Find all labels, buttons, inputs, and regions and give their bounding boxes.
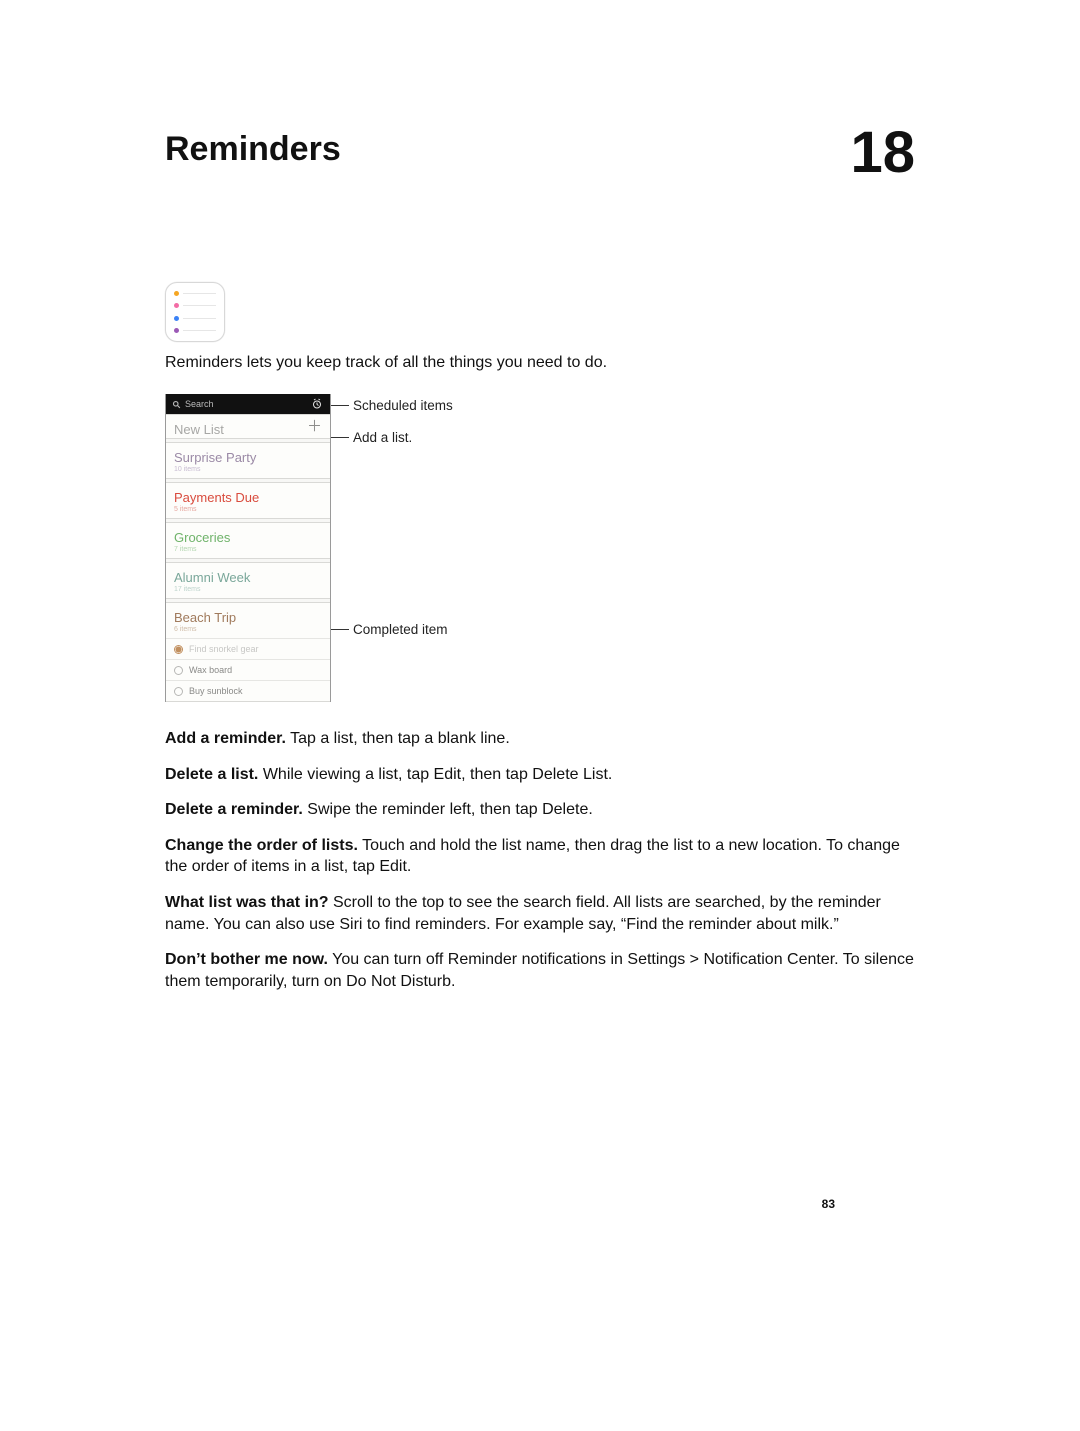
- search-icon: [172, 400, 181, 409]
- line-icon: [183, 293, 216, 294]
- body-para: Don’t bother me now. You can turn off Re…: [165, 949, 915, 992]
- reminder-item[interactable]: Find snorkel gear: [166, 638, 330, 659]
- dot-icon: [174, 316, 179, 321]
- body-para: Delete a reminder. Swipe the reminder le…: [165, 799, 915, 821]
- para-text: Tap a list, then tap a blank line.: [286, 730, 510, 747]
- reminder-text: Wax board: [189, 665, 232, 675]
- page-number: 83: [822, 1197, 835, 1211]
- new-list-row[interactable]: New List ＋: [166, 414, 330, 439]
- line-icon: [183, 305, 216, 306]
- list-name: Payments Due: [166, 483, 330, 506]
- callout-line-icon: [331, 629, 349, 630]
- line-icon: [183, 330, 216, 331]
- checkbox-icon[interactable]: [174, 666, 183, 675]
- dot-icon: [174, 303, 179, 308]
- dot-icon: [174, 328, 179, 333]
- checkbox-done-icon[interactable]: [174, 645, 183, 654]
- list-name: Groceries: [166, 523, 330, 546]
- para-text: Swipe the reminder left, then tap Delete…: [303, 801, 593, 818]
- search-placeholder: Search: [185, 399, 214, 409]
- body-para: Change the order of lists. Touch and hol…: [165, 835, 915, 878]
- callout-completed: Completed item: [353, 622, 448, 637]
- para-text: While viewing a list, tap Edit, then tap…: [258, 766, 612, 783]
- callout-scheduled: Scheduled items: [353, 398, 453, 413]
- dot-icon: [174, 291, 179, 296]
- line-icon: [183, 318, 216, 319]
- page: Reminders 18 Reminders lets you keep tra…: [0, 0, 1080, 1431]
- list-name: Alumni Week: [166, 563, 330, 586]
- search-bar[interactable]: Search: [166, 394, 330, 414]
- chapter-title: Reminders: [165, 130, 341, 169]
- list-name: Surprise Party: [166, 443, 330, 466]
- para-bold: Change the order of lists.: [165, 837, 358, 854]
- list-card[interactable]: Alumni Week 17 items: [166, 562, 330, 599]
- reminder-item[interactable]: Buy sunblock: [166, 680, 330, 701]
- plus-icon[interactable]: ＋: [307, 419, 322, 434]
- phone-mock: Search New List ＋ Surprise Party 10 item…: [165, 394, 331, 702]
- para-bold: What list was that in?: [165, 894, 329, 911]
- list-count: 10 items: [166, 466, 330, 478]
- list-card[interactable]: Payments Due 5 items: [166, 482, 330, 519]
- body-para: What list was that in? Scroll to the top…: [165, 892, 915, 935]
- reminder-item[interactable]: Wax board: [166, 659, 330, 680]
- new-list-label: New List: [166, 415, 232, 438]
- para-bold: Don’t bother me now.: [165, 951, 328, 968]
- body-para: Delete a list. While viewing a list, tap…: [165, 764, 915, 786]
- callout-addlist: Add a list.: [353, 430, 412, 445]
- reminders-app-icon: [165, 282, 225, 342]
- callouts: Scheduled items Add a list. Completed it…: [331, 394, 491, 702]
- intro-text: Reminders lets you keep track of all the…: [165, 354, 915, 372]
- list-count: 5 items: [166, 506, 330, 518]
- clock-icon[interactable]: [310, 397, 324, 411]
- callout-line-icon: [331, 437, 349, 438]
- para-bold: Add a reminder.: [165, 730, 286, 747]
- reminder-text: Find snorkel gear: [189, 644, 259, 654]
- list-count: 7 items: [166, 546, 330, 558]
- para-bold: Delete a reminder.: [165, 801, 303, 818]
- checkbox-icon[interactable]: [174, 687, 183, 696]
- body-para: Add a reminder. Tap a list, then tap a b…: [165, 728, 915, 750]
- list-card[interactable]: Surprise Party 10 items: [166, 442, 330, 479]
- callout-line-icon: [331, 405, 349, 406]
- screenshot-figure: Search New List ＋ Surprise Party 10 item…: [165, 394, 915, 702]
- list-count: 17 items: [166, 586, 330, 598]
- para-bold: Delete a list.: [165, 766, 258, 783]
- list-card[interactable]: Groceries 7 items: [166, 522, 330, 559]
- list-count: 6 items: [166, 626, 330, 638]
- reminder-text: Buy sunblock: [189, 686, 243, 696]
- chapter-header: Reminders 18: [165, 130, 915, 182]
- chapter-number: 18: [850, 124, 915, 182]
- list-card[interactable]: Beach Trip 6 items Find snorkel gear Wax…: [166, 602, 330, 702]
- list-name: Beach Trip: [166, 603, 330, 626]
